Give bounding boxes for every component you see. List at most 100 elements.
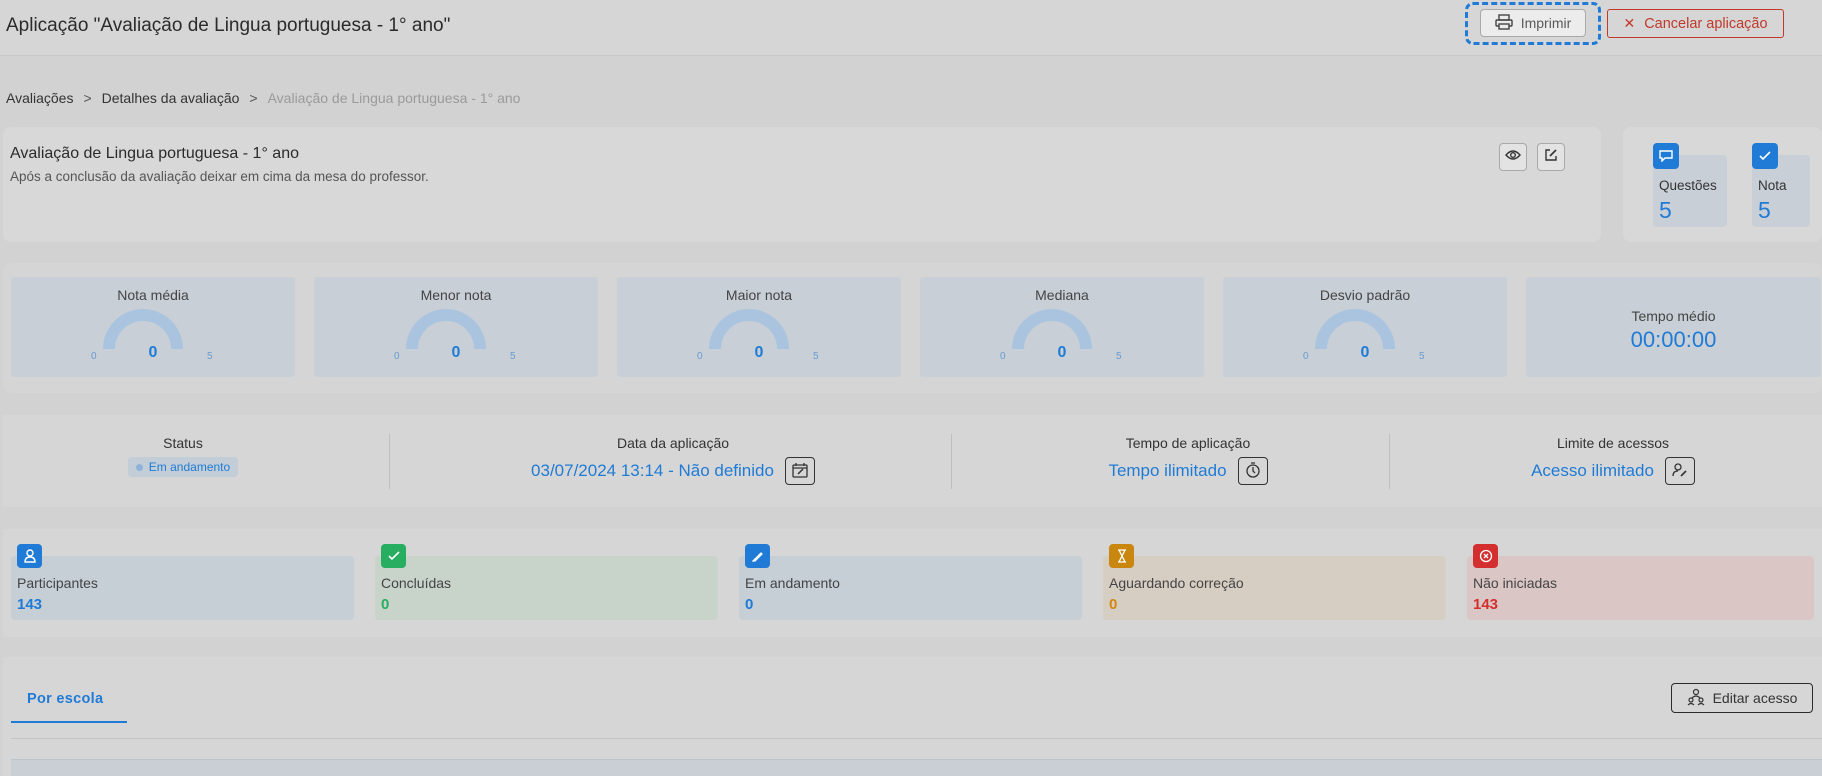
page-title: Aplicação "Avaliação de Lingua portugues…: [6, 15, 451, 36]
gauge-title: Menor nota: [420, 287, 492, 303]
users-icon: [1687, 688, 1705, 709]
count-value: 143: [17, 596, 43, 613]
access-limit-section: Limite de acessos Acesso ilimitado: [1423, 435, 1803, 485]
count-card-aguardando-correcao: Aguardando correção 0: [1103, 544, 1446, 620]
average-time-card: Tempo médio 00:00:00: [1526, 277, 1821, 377]
top-bar: Aplicação "Avaliação de Lingua portugues…: [0, 0, 1822, 56]
printer-icon: [1495, 13, 1513, 33]
print-button-label: Imprimir: [1520, 15, 1572, 31]
questions-stat: Questões 5: [1653, 143, 1727, 227]
close-circle-icon: [1473, 544, 1498, 568]
count-card-em-andamento: Em andamento 0: [739, 544, 1082, 620]
gauge-value: 0: [451, 344, 461, 361]
status-title: Status: [163, 435, 203, 451]
summary-card: Questões 5 Nota 5: [1623, 127, 1822, 242]
divider: [11, 738, 1822, 739]
status-section: Status Em andamento: [83, 435, 283, 477]
count-value: 0: [1109, 596, 1118, 613]
application-date-value: 03/07/2024 13:14 - Não definido: [531, 461, 774, 480]
gauge-value: 0: [1057, 344, 1067, 361]
average-time-title: Tempo médio: [1631, 308, 1716, 324]
application-date-section: Data da aplicação 03/07/2024 13:14 - Não…: [433, 435, 913, 485]
questions-label: Questões: [1659, 178, 1717, 193]
breadcrumb-separator-icon: >: [83, 90, 92, 106]
view-button[interactable]: [1499, 143, 1527, 171]
count-card-nao-iniciadas: Não iniciadas 143: [1467, 544, 1814, 620]
questions-value: 5: [1659, 197, 1672, 223]
count-label: Não iniciadas: [1473, 575, 1558, 591]
edit-access-button[interactable]: Editar acesso: [1671, 683, 1813, 713]
gauge-max: 5: [1116, 351, 1122, 362]
user-edit-icon: [1672, 462, 1688, 481]
gauge-max: 5: [1419, 351, 1425, 362]
edit-time-button[interactable]: [1237, 457, 1268, 485]
comment-icon: [1653, 143, 1679, 169]
count-label: Participantes: [17, 575, 98, 591]
assessment-info-card: Avaliação de Lingua portuguesa - 1° ano …: [3, 127, 1601, 242]
count-label: Concluídas: [381, 575, 452, 591]
gauge-card-maior-nota: Maior nota 0 0 5: [617, 277, 901, 377]
cancel-button-label: Cancelar aplicação: [1644, 15, 1768, 32]
check-badge-icon: [1752, 143, 1778, 169]
average-time-value: 00:00:00: [1630, 327, 1717, 352]
breadcrumb-item-detalhes[interactable]: Detalhes da avaliação: [102, 90, 240, 106]
count-label: Em andamento: [745, 575, 840, 591]
gauge-title: Mediana: [1035, 287, 1089, 303]
cancel-application-button[interactable]: ✕ Cancelar aplicação: [1607, 9, 1784, 38]
timer-icon: [1245, 461, 1261, 481]
grade-value: 5: [1758, 197, 1771, 223]
gauge-card-mediana: Mediana 0 0 5: [920, 277, 1204, 377]
gauge-max: 5: [510, 351, 516, 362]
pencil-icon: [745, 544, 770, 568]
edit-date-button[interactable]: [784, 457, 815, 485]
access-limit-value: Acesso ilimitado: [1531, 461, 1654, 480]
status-row: Status Em andamento Data da aplicação 03…: [3, 415, 1822, 507]
breadcrumb-separator-icon: >: [249, 90, 258, 106]
gauge-card-nota-media: Nota média 0 0 5: [11, 277, 295, 377]
gauge-max: 5: [207, 351, 213, 362]
check-badge-icon: [381, 544, 406, 568]
print-button[interactable]: Imprimir: [1480, 9, 1586, 37]
grade-label: Nota: [1758, 178, 1787, 193]
gauge-title: Nota média: [117, 287, 189, 303]
breadcrumb: Avaliações > Detalhes da avaliação > Ava…: [6, 90, 520, 106]
divider: [389, 434, 390, 489]
gauge-title: Desvio padrão: [1319, 287, 1411, 303]
application-time-section: Tempo de aplicação Tempo ilimitado: [1023, 435, 1353, 485]
count-value: 0: [745, 596, 754, 613]
application-date-title: Data da aplicação: [616, 435, 730, 451]
tabs-section: Por escola Editar acesso: [3, 657, 1822, 776]
hourglass-icon: [1109, 544, 1134, 568]
status-dot-icon: [135, 463, 143, 471]
calendar-edit-icon: [792, 462, 808, 481]
edit-access-limit-button[interactable]: [1664, 457, 1695, 485]
status-badge: Em andamento: [127, 457, 239, 477]
status-badge-label: Em andamento: [148, 460, 231, 474]
eye-icon: [1505, 148, 1521, 166]
gauge-title: Maior nota: [725, 287, 793, 303]
count-value: 0: [381, 596, 390, 613]
tab-por-escola[interactable]: Por escola: [11, 681, 127, 723]
divider: [951, 434, 952, 489]
stats-row: Nota média 0 0 5 Menor nota 0 0 5 Maior …: [3, 263, 1822, 393]
breadcrumb-item-avaliacoes[interactable]: Avaliações: [6, 90, 73, 106]
gauge-card-desvio-padrao: Desvio padrão 0 0 5: [1223, 277, 1507, 377]
application-time-title: Tempo de aplicação: [1125, 435, 1251, 451]
divider: [1389, 434, 1390, 489]
gauge-value: 0: [148, 344, 158, 361]
gauge-value: 0: [754, 344, 764, 361]
breadcrumb-item-current: Avaliação de Lingua portuguesa - 1° ano: [267, 90, 521, 106]
count-card-concluidas: Concluídas 0: [375, 544, 718, 620]
edit-access-label: Editar acesso: [1712, 690, 1798, 706]
count-value: 143: [1473, 596, 1499, 613]
close-icon: ✕: [1623, 15, 1636, 31]
table-header: [11, 759, 1822, 776]
gauge-max: 5: [813, 351, 819, 362]
grade-stat: Nota 5: [1752, 143, 1810, 227]
count-card-participantes: Participantes 143: [11, 544, 354, 620]
gauge-card-menor-nota: Menor nota 0 0 5: [314, 277, 598, 377]
access-limit-title: Limite de acessos: [1556, 435, 1670, 451]
participants-summary-row: Participantes 143 Concluídas 0 Em andame…: [3, 529, 1822, 637]
assessment-title: Avaliação de Lingua portuguesa - 1° ano: [10, 145, 299, 162]
edit-button[interactable]: [1537, 143, 1565, 171]
